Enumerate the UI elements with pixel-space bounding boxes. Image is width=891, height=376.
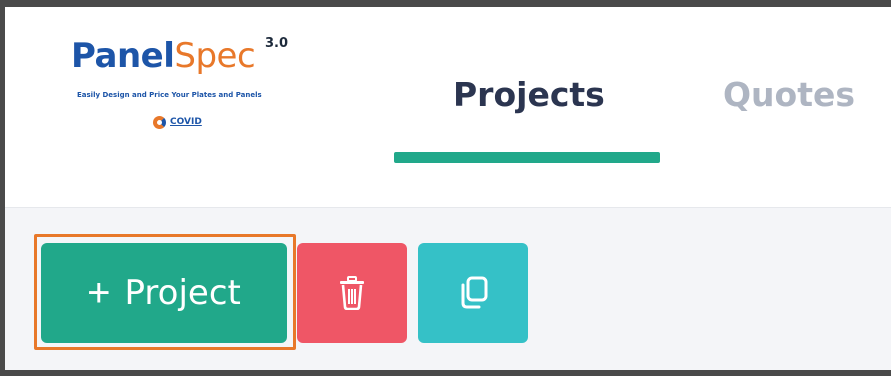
delete-project-button[interactable] (297, 243, 407, 343)
copy-icon (457, 276, 489, 310)
logo-wordmark: PanelSpec (71, 36, 256, 76)
add-project-button[interactable]: + Project (41, 243, 287, 343)
logo: PanelSpec 3.0 Easily Design and Price Yo… (63, 29, 295, 149)
active-tab-indicator (394, 152, 660, 163)
covid-badge-label: COVID (170, 117, 202, 127)
tab-projects[interactable]: Projects (453, 75, 605, 114)
logo-version: 3.0 (265, 36, 289, 51)
trash-icon (337, 276, 367, 310)
tab-quotes[interactable]: Quotes (723, 75, 855, 114)
logo-word-panel: Panel (71, 36, 175, 76)
covid-badge: COVID (153, 113, 202, 131)
logo-tagline: Easily Design and Price Your Plates and … (77, 91, 262, 99)
covid-ring-icon (153, 115, 166, 129)
add-project-label: Project (124, 273, 241, 313)
header: PanelSpec 3.0 Easily Design and Price Yo… (5, 7, 891, 207)
duplicate-project-button[interactable] (418, 243, 528, 343)
plus-icon: + (87, 271, 111, 315)
logo-word-spec: Spec (174, 36, 256, 76)
